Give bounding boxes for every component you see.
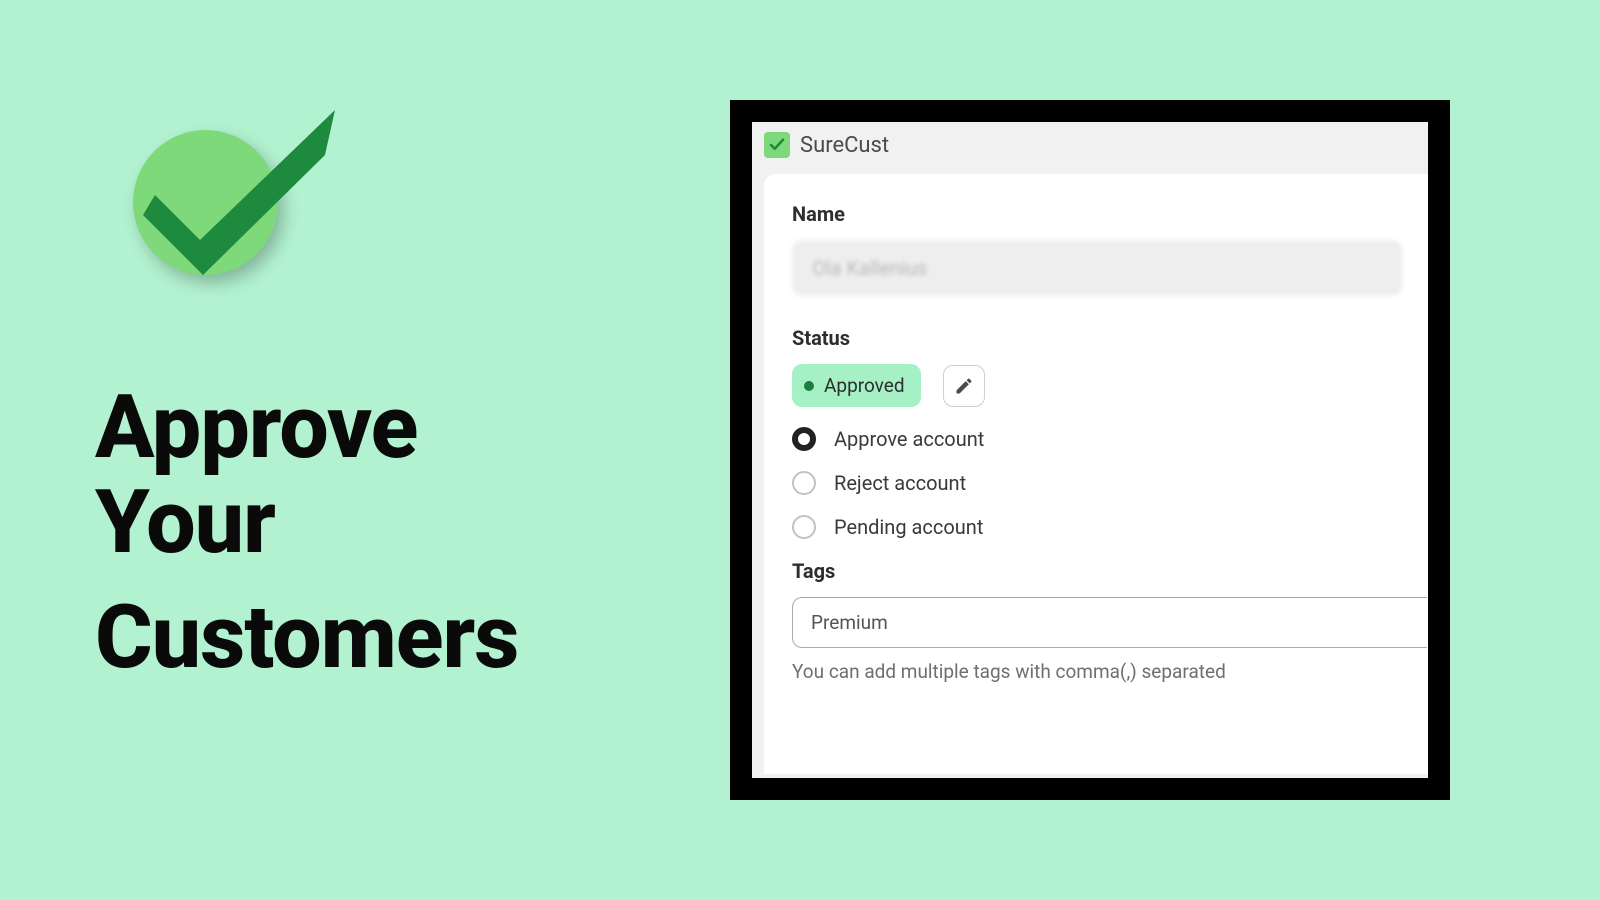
radio-icon	[792, 515, 816, 539]
radio-label: Pending account	[834, 515, 983, 539]
tags-input[interactable]: Premium	[792, 597, 1427, 648]
radio-pending-account[interactable]: Pending account	[792, 515, 1428, 539]
hero-line-1: Approve	[95, 380, 518, 475]
radio-label: Approve account	[834, 427, 984, 451]
edit-status-button[interactable]	[943, 365, 985, 407]
app-header: SureCust	[752, 122, 1428, 168]
hero-headline: Approve Your Customers	[95, 380, 518, 685]
radio-label: Reject account	[834, 471, 966, 495]
radio-approve-account[interactable]: Approve account	[792, 427, 1428, 451]
pencil-icon	[954, 376, 974, 396]
app-screenshot-frame: SureCust Name Ola Kallenius Status Appro…	[730, 100, 1450, 800]
app-title: SureCust	[800, 133, 889, 158]
tags-label: Tags	[792, 559, 1428, 583]
status-label: Status	[792, 326, 1428, 350]
logo-checkmark-icon	[125, 100, 305, 280]
status-badge: Approved	[792, 364, 921, 407]
name-label: Name	[792, 202, 1428, 226]
hero-line-3: Customers	[95, 590, 518, 685]
radio-icon	[792, 471, 816, 495]
radio-reject-account[interactable]: Reject account	[792, 471, 1428, 495]
radio-icon	[792, 427, 816, 451]
hero-line-2: Your	[95, 475, 518, 570]
name-input[interactable]: Ola Kallenius	[792, 240, 1402, 296]
status-badge-text: Approved	[824, 374, 905, 397]
form-card: Name Ola Kallenius Status Approved	[764, 174, 1428, 774]
tags-help-text: You can add multiple tags with comma(,) …	[792, 660, 1428, 683]
status-dot-icon	[804, 381, 814, 391]
app-logo-check-icon	[764, 132, 790, 158]
